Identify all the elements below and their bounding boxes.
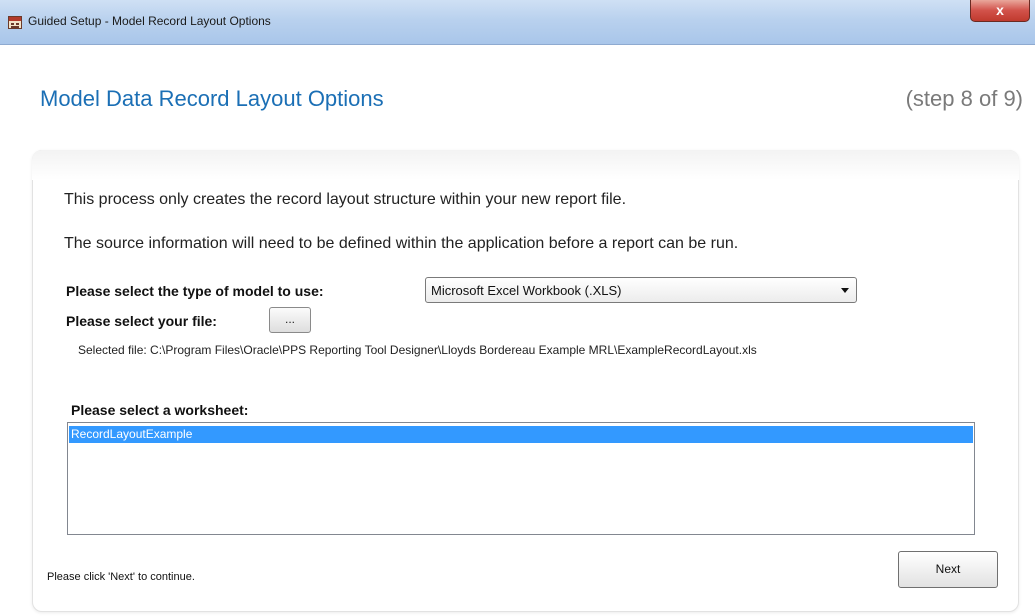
browse-file-button[interactable]: ... (269, 307, 311, 333)
chevron-down-icon (841, 288, 849, 293)
model-type-value: Microsoft Excel Workbook (.XLS) (431, 283, 622, 298)
model-type-label: Please select the type of model to use: (66, 283, 324, 299)
selected-file-path: Selected file: C:\Program Files\Oracle\P… (78, 343, 757, 357)
info-text-2: The source information will need to be d… (64, 235, 739, 252)
worksheet-list-item[interactable]: RecordLayoutExample (69, 426, 973, 443)
content-panel (32, 150, 1019, 612)
footer-hint: Please click 'Next' to continue. (47, 571, 195, 583)
app-icon (8, 16, 22, 29)
worksheet-label: Please select a worksheet: (71, 402, 249, 418)
title-bar[interactable]: Guided Setup - Model Record Layout Optio… (0, 0, 1035, 45)
panel-header-gradient (32, 150, 1019, 180)
step-indicator: (step 8 of 9) (905, 86, 1023, 111)
model-type-select[interactable]: Microsoft Excel Workbook (.XLS) (425, 277, 857, 303)
close-icon: x (996, 2, 1004, 18)
window-title: Guided Setup - Model Record Layout Optio… (28, 14, 271, 28)
page-title: Model Data Record Layout Options (40, 86, 384, 111)
next-button[interactable]: Next (898, 551, 998, 588)
worksheet-list[interactable]: RecordLayoutExample (67, 422, 975, 535)
info-text-1: This process only creates the record lay… (64, 191, 627, 208)
guided-setup-window: Guided Setup - Model Record Layout Optio… (0, 0, 1035, 616)
file-label: Please select your file: (66, 313, 217, 329)
close-button[interactable]: x (970, 0, 1030, 22)
